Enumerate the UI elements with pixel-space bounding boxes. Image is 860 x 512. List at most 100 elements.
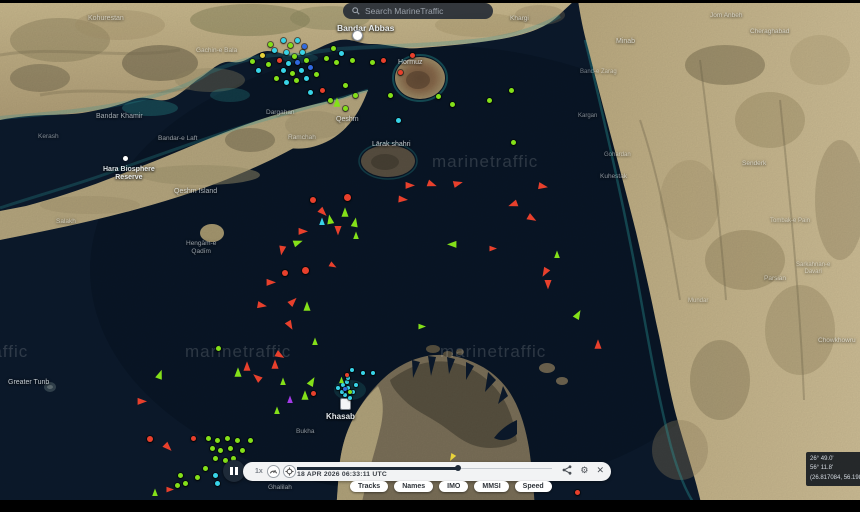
vessel-marker[interactable] [336, 386, 340, 390]
satellite-map[interactable] [0, 0, 860, 512]
timeline-handle[interactable] [455, 465, 461, 471]
vessel-marker[interactable] [304, 76, 309, 81]
vessel-marker[interactable] [410, 53, 415, 58]
vessel-marker[interactable] [288, 43, 293, 48]
vessel-marker[interactable] [302, 267, 309, 274]
vessel-marker[interactable] [292, 54, 297, 59]
vessel-marker[interactable] [218, 448, 223, 453]
vessel-marker[interactable] [370, 60, 375, 65]
share-icon[interactable] [562, 465, 572, 475]
vessel-marker[interactable] [274, 76, 279, 81]
vessel-marker[interactable] [215, 438, 220, 443]
vessel-marker[interactable] [509, 88, 514, 93]
vessel-marker[interactable] [210, 446, 215, 451]
vessel-marker[interactable] [268, 42, 273, 47]
vessel-marker[interactable] [343, 106, 348, 111]
toggle-tracks[interactable]: Tracks [350, 481, 388, 492]
vessel-marker[interactable] [388, 93, 393, 98]
vessel-marker[interactable] [398, 70, 403, 75]
vessel-marker[interactable] [354, 383, 358, 387]
vessel-marker[interactable] [311, 391, 316, 396]
vessel-marker[interactable] [314, 72, 319, 77]
vessel-marker[interactable] [260, 53, 265, 58]
vessel-marker[interactable] [216, 346, 221, 351]
vessel-marker[interactable] [248, 438, 253, 443]
timeline-track[interactable] [297, 466, 552, 470]
vessel-marker[interactable] [286, 61, 291, 66]
vessel-marker[interactable] [206, 436, 211, 441]
vessel-marker[interactable] [284, 80, 289, 85]
toggle-speed[interactable]: Speed [515, 481, 552, 492]
vessel-marker[interactable] [294, 78, 299, 83]
vessel-marker[interactable] [147, 436, 153, 442]
vessel-marker[interactable] [345, 373, 349, 377]
vessel-marker[interactable] [381, 58, 386, 63]
settings-gear-icon[interactable]: ⚙ [580, 466, 588, 475]
vessel-marker[interactable] [350, 368, 354, 372]
vessel-marker[interactable] [302, 44, 307, 49]
vessel-marker[interactable] [295, 38, 300, 43]
vessel-marker[interactable] [304, 58, 309, 63]
vessel-marker[interactable] [320, 88, 325, 93]
vessel-marker[interactable] [213, 456, 218, 461]
vessel-marker[interactable] [343, 393, 347, 397]
toggle-names[interactable]: Names [394, 481, 433, 492]
vessel-marker[interactable] [353, 93, 358, 98]
vessel-marker[interactable] [235, 438, 240, 443]
vessel-marker[interactable] [511, 140, 516, 145]
vessel-marker[interactable] [348, 396, 352, 400]
vessel-marker[interactable] [272, 48, 277, 53]
vessel-marker[interactable] [299, 68, 304, 73]
close-icon[interactable]: ✕ [596, 466, 604, 475]
vessel-marker[interactable] [213, 473, 218, 478]
vessel-marker[interactable] [487, 98, 492, 103]
vessel-marker[interactable] [215, 481, 220, 486]
vessel-marker[interactable] [361, 371, 365, 375]
toggle-mmsi[interactable]: MMSI [474, 481, 508, 492]
port-marker[interactable] [352, 30, 363, 41]
vessel-marker[interactable] [575, 490, 580, 495]
vessel-marker[interactable] [348, 390, 352, 394]
playback-speed-label[interactable]: 1x [255, 468, 263, 475]
vessel-marker[interactable] [300, 50, 305, 55]
vessel-marker[interactable] [295, 60, 300, 65]
vessel-marker[interactable] [281, 68, 286, 73]
toggle-imo[interactable]: IMO [439, 481, 468, 492]
vessel-marker[interactable] [396, 118, 401, 123]
port-marker[interactable] [123, 156, 128, 161]
speed-gauge-button[interactable] [267, 465, 280, 478]
vessel-marker[interactable] [334, 60, 339, 65]
vessel-marker[interactable] [328, 98, 333, 103]
vessel-marker[interactable] [225, 436, 230, 441]
vessel-marker[interactable] [203, 466, 208, 471]
vessel-marker[interactable] [350, 58, 355, 63]
locate-button[interactable] [283, 465, 296, 478]
vessel-marker[interactable] [331, 46, 336, 51]
vessel-marker[interactable] [256, 68, 261, 73]
vessel-marker[interactable] [308, 65, 313, 70]
vessel-marker[interactable] [281, 38, 286, 43]
pause-button[interactable] [223, 460, 245, 482]
vessel-marker[interactable] [308, 90, 313, 95]
vessel-marker[interactable] [183, 481, 188, 486]
vessel-marker[interactable] [250, 59, 255, 64]
vessel-marker[interactable] [450, 102, 455, 107]
vessel-marker[interactable] [175, 483, 180, 488]
vessel-marker[interactable] [290, 71, 295, 76]
vessel-marker[interactable] [344, 194, 351, 201]
vessel-marker[interactable] [436, 94, 441, 99]
vessel-marker[interactable] [191, 436, 196, 441]
vessel-marker[interactable] [324, 56, 329, 61]
vessel-marker[interactable] [343, 387, 347, 391]
vessel-marker[interactable] [282, 270, 288, 276]
vessel-marker[interactable] [284, 50, 289, 55]
vessel-marker[interactable] [195, 475, 200, 480]
vessel-marker[interactable] [371, 371, 375, 375]
vessel-marker[interactable] [277, 58, 282, 63]
vessel-marker[interactable] [266, 62, 271, 67]
search-bar[interactable]: Search MarineTraffic [343, 3, 493, 19]
vessel-marker[interactable] [345, 380, 349, 384]
vessel-marker[interactable] [240, 448, 245, 453]
vessel-marker[interactable] [343, 83, 348, 88]
vessel-marker[interactable] [310, 197, 316, 203]
